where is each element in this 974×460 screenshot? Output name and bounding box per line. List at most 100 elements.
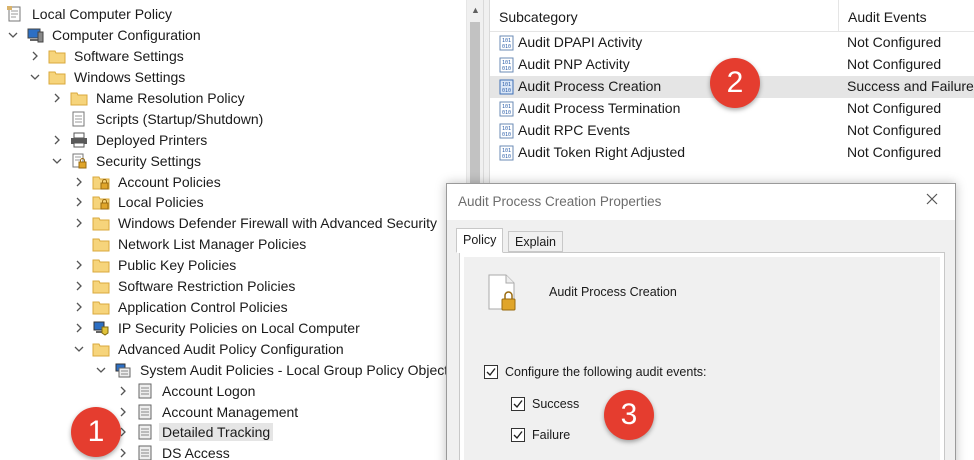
chevron-right-icon[interactable] [72,279,86,293]
audit-setting-icon: 101 010 [499,145,514,161]
folder-icon [48,48,66,64]
tree-item-local-computer-policy[interactable]: Local Computer Policy [6,4,175,24]
audit-item-icon [136,445,154,460]
lock-folder-icon [92,174,110,190]
svg-text:010: 010 [502,110,511,116]
tree-item-local-policies[interactable]: Local Policies [72,192,207,212]
tree-item-deployed-printers[interactable]: Deployed Printers [50,130,210,150]
audit-item-icon [136,404,154,420]
audit-setting-icon: 101 010 [499,35,514,51]
column-header-audit-events[interactable]: Audit Events [839,0,974,32]
folder-icon [48,69,66,85]
folder-icon [92,278,110,294]
policy-lock-document-icon [486,273,518,313]
computer-icon [26,27,44,43]
tree-item-ds-access[interactable]: DS Access [116,443,233,460]
tree-item-application-control[interactable]: Application Control Policies [72,297,291,317]
audit-setting-icon: 101 010 [499,57,514,73]
tree-item-scripts[interactable]: Scripts (Startup/Shutdown) [50,109,266,129]
chevron-right-icon[interactable] [72,175,86,189]
audit-item-icon [136,424,154,440]
dialog-title: Audit Process Creation Properties [458,194,662,209]
svg-text:010: 010 [502,154,511,160]
chevron-right-icon[interactable] [116,405,130,419]
chevron-right-icon[interactable] [28,49,42,63]
failure-checkbox[interactable]: Failure [511,428,570,442]
chevron-right-icon[interactable] [72,300,86,314]
scripts-icon [70,111,88,127]
checkbox-checked[interactable] [511,428,525,442]
policy-doc-icon [6,6,24,22]
checkbox-checked[interactable] [511,397,525,411]
audit-setting-icon: 101 010 [499,101,514,117]
chevron-right-icon[interactable] [72,321,86,335]
checkbox-checked[interactable] [484,365,498,379]
svg-text:010: 010 [502,132,511,138]
policy-panel-content: Audit Process Creation Configure the fol… [464,257,940,460]
svg-text:010: 010 [502,66,511,72]
policy-name-label: Audit Process Creation [549,285,677,299]
chevron-down-icon[interactable] [28,70,42,84]
callout-badge-2: 2 [710,58,760,108]
printer-icon [70,132,88,148]
success-checkbox[interactable]: Success [511,397,579,411]
tree-item-security-settings[interactable]: Security Settings [50,151,204,171]
folder-icon [70,90,88,106]
chevron-right-icon[interactable] [50,133,64,147]
tree-item-computer-configuration[interactable]: Computer Configuration [6,25,204,45]
column-header-subcategory[interactable]: Subcategory [490,0,839,32]
scroll-up-icon[interactable]: ▲ [470,5,481,16]
callout-badge-3: 3 [604,390,654,440]
close-icon[interactable] [925,192,943,210]
chevron-down-icon[interactable] [94,363,108,377]
tree-item-windows-settings[interactable]: Windows Settings [28,67,188,87]
svg-text:010: 010 [502,44,511,50]
chevron-down-icon[interactable] [72,342,86,356]
console-tree: Local Computer Policy Computer Configura… [0,0,483,460]
tree-item-ip-security[interactable]: IP Security Policies on Local Computer [72,318,363,338]
tree-item-system-audit-policies[interactable]: System Audit Policies - Local Group Poli… [94,360,451,380]
folder-icon [92,215,110,231]
tree-item-network-list-manager[interactable]: Network List Manager Policies [72,234,309,254]
svg-text:010: 010 [502,88,511,94]
lock-folder-icon [92,194,110,210]
folder-icon [92,341,110,357]
list-header: Subcategory Audit Events [490,0,974,32]
tab-policy[interactable]: Policy [456,228,504,253]
dialog-titlebar[interactable]: Audit Process Creation Properties [447,184,955,220]
callout-badge-1: 1 [71,407,121,457]
tree-item-public-key-policies[interactable]: Public Key Policies [72,255,239,275]
tree-item-account-management[interactable]: Account Management [116,402,301,422]
properties-dialog: Audit Process Creation Properties Policy… [446,183,956,460]
folder-icon [92,299,110,315]
audit-setting-icon: 101 010 [499,123,514,139]
chevron-down-icon[interactable] [50,154,64,168]
chevron-right-icon[interactable] [72,258,86,272]
tree-item-advanced-audit[interactable]: Advanced Audit Policy Configuration [72,339,347,359]
folder-icon [92,257,110,273]
security-icon [70,153,88,169]
chevron-down-icon[interactable] [6,28,20,42]
tree-item-detailed-tracking[interactable]: Detailed Tracking [116,422,274,442]
list-item[interactable]: 101 010 Audit Token Right Adjusted Not Co… [490,142,974,164]
configure-audit-events-checkbox[interactable]: Configure the following audit events: [484,365,707,379]
audit-setting-icon: 101 010 [499,79,514,95]
audit-item-icon [136,383,154,399]
tree-item-software-restriction[interactable]: Software Restriction Policies [72,276,298,296]
audit-icon [114,362,132,378]
list-item[interactable]: 101 010 Audit DPAPI Activity Not Configur… [490,32,974,54]
tree-item-account-policies[interactable]: Account Policies [72,172,224,192]
tree-item-defender-firewall[interactable]: Windows Defender Firewall with Advanced … [72,213,440,233]
list-item[interactable]: 101 010 Audit RPC Events Not Configured [490,120,974,142]
tree-item-account-logon[interactable]: Account Logon [116,381,258,401]
ipsec-icon [92,320,110,336]
chevron-right-icon[interactable] [72,216,86,230]
tree-item-name-resolution-policy[interactable]: Name Resolution Policy [50,88,248,108]
tree-item-software-settings[interactable]: Software Settings [28,46,187,66]
chevron-right-icon[interactable] [72,195,86,209]
chevron-right-icon[interactable] [50,91,64,105]
policy-tab-panel: Audit Process Creation Configure the fol… [459,252,945,460]
chevron-right-icon[interactable] [116,384,130,398]
chevron-right-icon[interactable] [116,446,130,460]
tab-explain[interactable]: Explain [508,231,563,252]
